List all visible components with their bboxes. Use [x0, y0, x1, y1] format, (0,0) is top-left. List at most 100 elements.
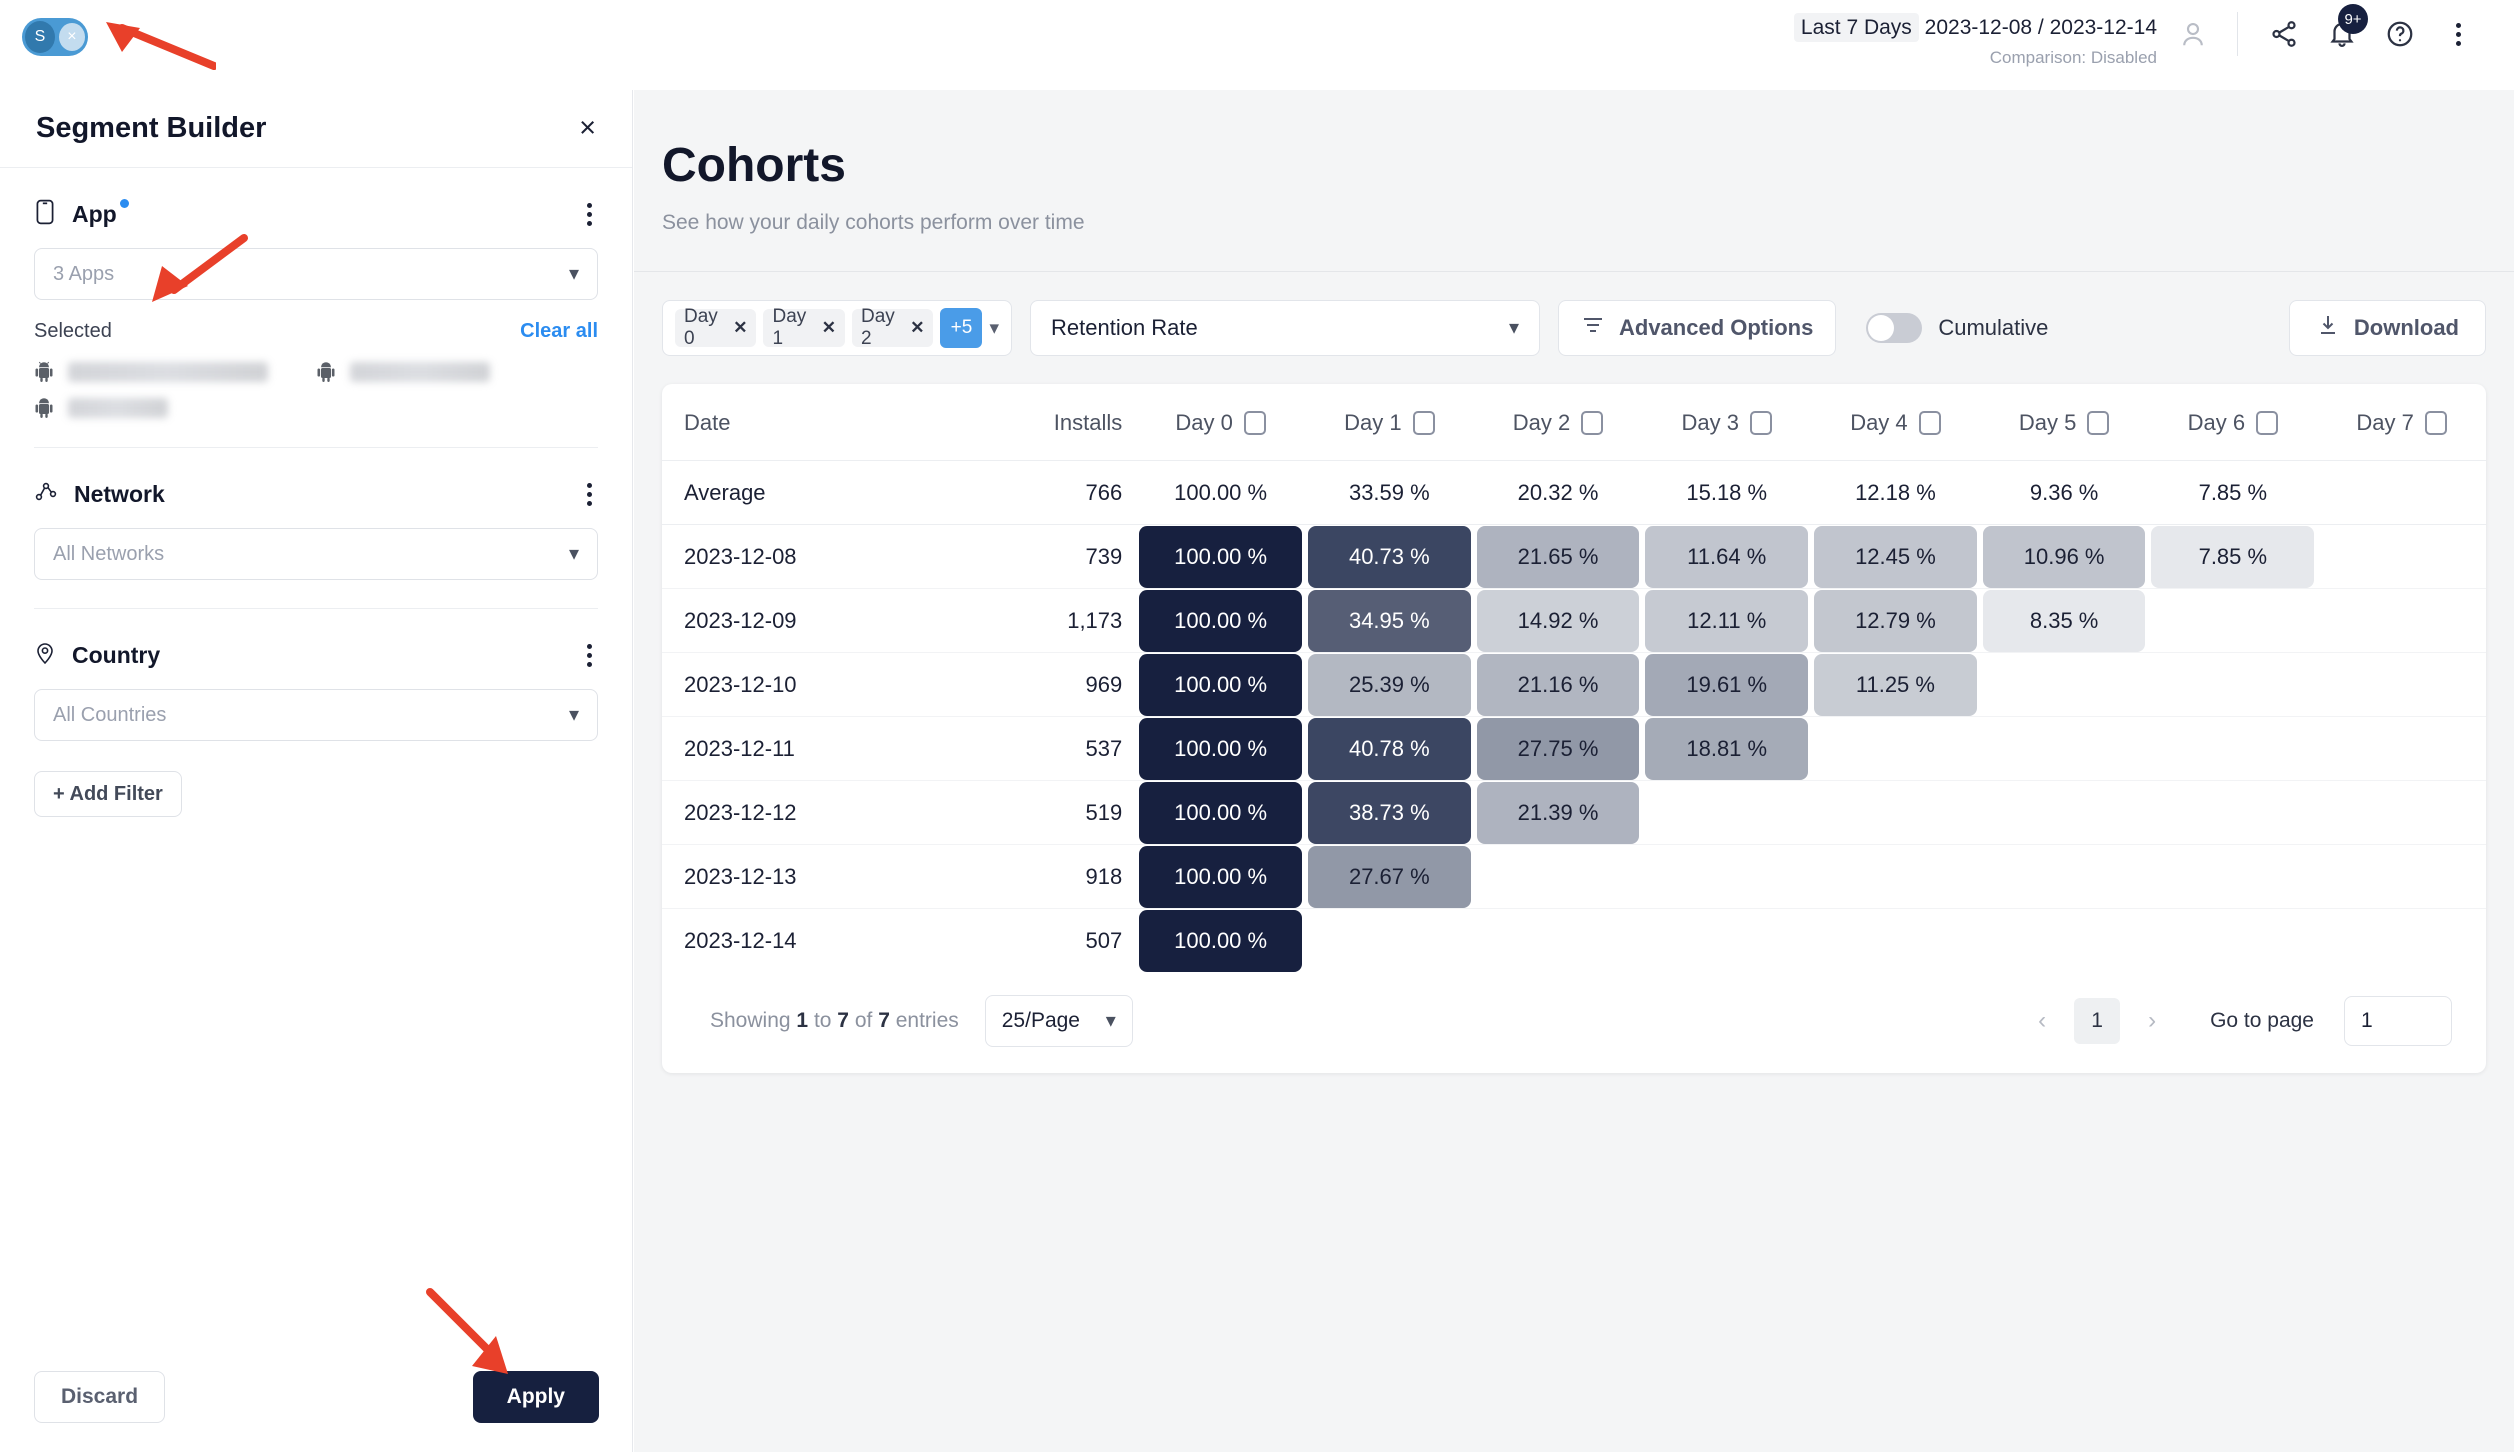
next-page-button[interactable]: ›	[2134, 999, 2170, 1043]
cumulative-toggle[interactable]	[1866, 313, 1923, 343]
clear-all-link[interactable]: Clear all	[520, 320, 598, 343]
remove-chip-icon[interactable]: ✕	[822, 318, 836, 338]
cell-day-2[interactable]: 21.39 %	[1473, 780, 1643, 845]
cell-day-3[interactable]: 19.61 %	[1642, 652, 1812, 717]
cell-day-1[interactable]: 38.73 %	[1304, 780, 1474, 845]
cell-day-1[interactable]: 40.73 %	[1304, 524, 1474, 589]
cell-day-4[interactable]: 12.45 %	[1811, 524, 1980, 589]
retention-cell[interactable]: 10.96 %	[1982, 525, 2146, 588]
column-header-day-6[interactable]: Day 6	[2148, 384, 2318, 461]
cell-day-3[interactable]: 18.81 %	[1642, 716, 1812, 781]
cell-day-4[interactable]: 12.79 %	[1811, 588, 1980, 653]
cell-day-1[interactable]: 34.95 %	[1304, 588, 1474, 653]
day-3-checkbox[interactable]	[1749, 411, 1772, 435]
prev-page-button[interactable]: ‹	[2024, 999, 2060, 1043]
retention-cell[interactable]: 100.00 %	[1139, 909, 1302, 972]
page-number-1[interactable]: 1	[2074, 997, 2121, 1044]
add-filter-button[interactable]: + Add Filter	[34, 771, 182, 817]
retention-cell[interactable]: 14.92 %	[1476, 589, 1640, 652]
per-page-select[interactable]: 25/Page ▾	[984, 994, 1133, 1047]
retention-cell[interactable]: 21.39 %	[1476, 781, 1640, 844]
column-header-day-5[interactable]: Day 5	[1979, 384, 2149, 461]
cell-day-3[interactable]: 12.11 %	[1642, 588, 1812, 653]
network-select[interactable]: All Networks ▾	[34, 528, 598, 580]
retention-cell[interactable]: 27.67 %	[1307, 845, 1471, 908]
day-2-checkbox[interactable]	[1581, 411, 1604, 435]
cell-day-0[interactable]: 100.00 %	[1136, 844, 1305, 909]
retention-cell[interactable]: 34.95 %	[1307, 589, 1471, 652]
cell-day-5[interactable]: 8.35 %	[1979, 588, 2149, 653]
bell-icon[interactable]: 9+	[2320, 4, 2368, 56]
discard-button[interactable]: Discard	[34, 1371, 166, 1423]
cell-day-0[interactable]: 100.00 %	[1136, 524, 1305, 589]
retention-cell[interactable]: 11.64 %	[1645, 525, 1809, 588]
share-icon[interactable]	[2262, 12, 2306, 56]
advanced-options-button[interactable]: Advanced Options	[1558, 300, 1837, 356]
list-item[interactable]	[316, 361, 598, 383]
retention-cell[interactable]: 7.85 %	[2151, 525, 2315, 588]
metric-select[interactable]: Retention Rate ▾	[1030, 300, 1540, 356]
remove-chip-icon[interactable]: ✕	[733, 318, 747, 338]
column-header-date[interactable]: Date	[662, 384, 936, 461]
day-0-checkbox[interactable]	[1243, 411, 1266, 435]
more-chips-badge[interactable]: +5	[940, 308, 983, 348]
day-1-checkbox[interactable]	[1412, 411, 1435, 435]
cell-day-2[interactable]: 14.92 %	[1473, 588, 1643, 653]
retention-cell[interactable]: 25.39 %	[1307, 653, 1471, 716]
retention-cell[interactable]: 19.61 %	[1645, 653, 1809, 716]
segment-chip-close-icon[interactable]: ×	[58, 23, 85, 51]
retention-cell[interactable]: 8.35 %	[1982, 589, 2146, 652]
retention-cell[interactable]: 40.78 %	[1307, 717, 1471, 780]
cell-day-0[interactable]: 100.00 %	[1136, 909, 1305, 973]
column-header-day-3[interactable]: Day 3	[1642, 384, 1812, 461]
retention-cell[interactable]: 100.00 %	[1139, 653, 1302, 716]
retention-cell[interactable]: 100.00 %	[1139, 845, 1302, 908]
users-icon[interactable]	[2171, 12, 2215, 56]
country-section-kebab-icon[interactable]	[581, 638, 598, 673]
list-item[interactable]	[34, 397, 316, 419]
column-header-day-4[interactable]: Day 4	[1811, 384, 1980, 461]
date-preset-pill[interactable]: Last 7 Days	[1793, 13, 1919, 42]
cell-day-0[interactable]: 100.00 %	[1136, 588, 1305, 653]
kebab-menu-icon[interactable]	[2436, 12, 2480, 56]
remove-chip-icon[interactable]: ✕	[910, 318, 924, 338]
day-chip[interactable]: Day 2 ✕	[851, 306, 934, 349]
retention-cell[interactable]: 100.00 %	[1139, 781, 1302, 844]
chevron-down-icon[interactable]: ▾	[989, 319, 999, 338]
cell-day-2[interactable]: 21.65 %	[1473, 524, 1643, 589]
list-item[interactable]	[34, 361, 316, 383]
cell-day-0[interactable]: 100.00 %	[1136, 716, 1305, 781]
cell-day-3[interactable]: 11.64 %	[1642, 524, 1812, 589]
cell-day-1[interactable]: 40.78 %	[1304, 716, 1474, 781]
retention-cell[interactable]: 12.79 %	[1814, 589, 1977, 652]
day-chips-select[interactable]: Day 0 ✕ Day 1 ✕ Day 2 ✕ +5 ▾	[662, 300, 1012, 356]
column-header-day-1[interactable]: Day 1	[1304, 384, 1474, 461]
day-5-checkbox[interactable]	[2087, 411, 2110, 435]
day-chip[interactable]: Day 0 ✕	[675, 306, 757, 349]
column-header-day-2[interactable]: Day 2	[1473, 384, 1643, 461]
retention-cell[interactable]: 38.73 %	[1307, 781, 1471, 844]
close-icon[interactable]: ×	[579, 114, 596, 143]
day-7-checkbox[interactable]	[2424, 411, 2447, 435]
retention-cell[interactable]: 100.00 %	[1139, 525, 1302, 588]
day-6-checkbox[interactable]	[2256, 411, 2279, 435]
cell-day-0[interactable]: 100.00 %	[1136, 780, 1305, 845]
retention-cell[interactable]: 12.11 %	[1645, 589, 1809, 652]
app-select[interactable]: 3 Apps ▾	[34, 248, 598, 300]
download-button[interactable]: Download	[2288, 300, 2486, 356]
day-4-checkbox[interactable]	[1918, 411, 1941, 435]
cell-day-6[interactable]: 7.85 %	[2148, 524, 2318, 589]
column-header-day-0[interactable]: Day 0	[1136, 384, 1305, 461]
retention-cell[interactable]: 100.00 %	[1139, 589, 1302, 652]
column-header-installs[interactable]: Installs	[935, 384, 1137, 461]
retention-cell[interactable]: 12.45 %	[1814, 525, 1977, 588]
cell-day-1[interactable]: 27.67 %	[1304, 844, 1474, 909]
apply-button[interactable]: Apply	[472, 1371, 599, 1423]
cell-day-4[interactable]: 11.25 %	[1811, 652, 1980, 717]
column-header-day-7[interactable]: Day 7	[2317, 384, 2486, 461]
day-chip[interactable]: Day 1 ✕	[763, 306, 845, 349]
cell-day-1[interactable]: 25.39 %	[1304, 652, 1474, 717]
retention-cell[interactable]: 11.25 %	[1814, 653, 1977, 716]
retention-cell[interactable]: 18.81 %	[1645, 717, 1809, 780]
cell-day-5[interactable]: 10.96 %	[1979, 524, 2149, 589]
